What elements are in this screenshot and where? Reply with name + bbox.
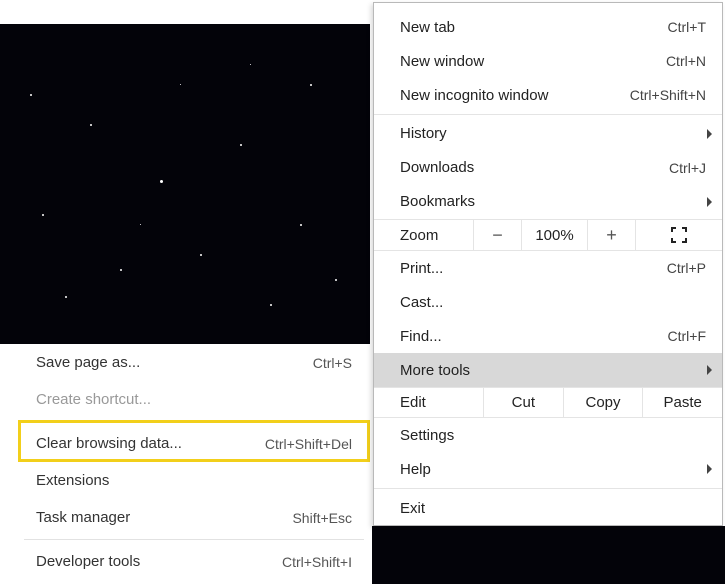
submenu-arrow-icon	[707, 129, 712, 139]
submenu-arrow-icon	[707, 197, 712, 207]
menu-item-label: History	[400, 125, 706, 142]
menu-item-label: More tools	[400, 362, 706, 379]
menu-item-shortcut: Shift+Esc	[292, 510, 352, 526]
menu-item-label: Create shortcut...	[36, 391, 151, 408]
menu-item-new-window[interactable]: New window Ctrl+N	[374, 44, 722, 78]
menu-item-shortcut: Ctrl+J	[669, 160, 706, 176]
cut-button[interactable]: Cut	[484, 388, 564, 417]
menu-item-label: Find...	[400, 328, 668, 345]
menu-item-label: Task manager	[36, 509, 130, 526]
menu-item-label: New window	[400, 53, 666, 70]
menu-item-clear-browsing-data[interactable]: Clear browsing data... Ctrl+Shift+Del	[18, 425, 370, 462]
menu-item-cast[interactable]: Cast...	[374, 285, 722, 319]
menu-item-history[interactable]: History	[374, 117, 722, 151]
menu-item-extensions[interactable]: Extensions	[18, 462, 370, 499]
menu-item-shortcut: Ctrl+Shift+I	[282, 554, 352, 570]
menu-item-label: New incognito window	[400, 87, 630, 104]
menu-separator	[374, 488, 722, 489]
more-tools-submenu: Save page as... Ctrl+S Create shortcut..…	[18, 344, 370, 580]
menu-item-label: Clear browsing data...	[36, 435, 182, 452]
menu-item-label: Developer tools	[36, 553, 140, 570]
menu-separator	[24, 539, 364, 540]
zoom-in-button[interactable]: +	[588, 220, 636, 250]
zoom-controls: Zoom − 100% +	[374, 219, 722, 251]
menu-item-settings[interactable]: Settings	[374, 418, 722, 452]
menu-item-print[interactable]: Print... Ctrl+P	[374, 251, 722, 285]
menu-item-label: Bookmarks	[400, 193, 706, 210]
menu-item-shortcut: Ctrl+N	[666, 53, 706, 69]
menu-item-developer-tools[interactable]: Developer tools Ctrl+Shift+I	[18, 543, 370, 580]
fullscreen-icon	[671, 227, 687, 243]
background-image	[0, 24, 370, 344]
menu-item-new-incognito-window[interactable]: New incognito window Ctrl+Shift+N	[374, 78, 722, 112]
copy-button[interactable]: Copy	[564, 388, 644, 417]
menu-item-label: Cast...	[400, 294, 706, 311]
edit-controls: Edit Cut Copy Paste	[374, 387, 722, 418]
menu-item-find[interactable]: Find... Ctrl+F	[374, 319, 722, 353]
submenu-arrow-icon	[707, 464, 712, 474]
fullscreen-button[interactable]	[636, 220, 722, 250]
menu-item-downloads[interactable]: Downloads Ctrl+J	[374, 151, 722, 185]
menu-item-new-tab[interactable]: New tab Ctrl+T	[374, 10, 722, 44]
menu-item-help[interactable]: Help	[374, 452, 722, 486]
menu-item-task-manager[interactable]: Task manager Shift+Esc	[18, 499, 370, 536]
menu-item-bookmarks[interactable]: Bookmarks	[374, 185, 722, 219]
menu-item-label: Help	[400, 461, 706, 478]
menu-item-shortcut: Ctrl+P	[667, 260, 706, 276]
zoom-label: Zoom	[374, 220, 474, 250]
menu-item-exit[interactable]: Exit	[374, 491, 722, 525]
menu-item-label: Print...	[400, 260, 667, 277]
menu-item-label: Extensions	[36, 472, 109, 489]
menu-item-label: Save page as...	[36, 354, 140, 371]
zoom-out-button[interactable]: −	[474, 220, 522, 250]
menu-item-shortcut: Ctrl+T	[668, 19, 707, 35]
background-image	[372, 526, 725, 584]
menu-separator	[24, 421, 364, 422]
edit-label: Edit	[374, 388, 484, 417]
paste-button[interactable]: Paste	[643, 388, 722, 417]
menu-item-label: Downloads	[400, 159, 669, 176]
menu-item-label: Exit	[400, 500, 706, 517]
menu-item-create-shortcut[interactable]: Create shortcut...	[18, 381, 370, 418]
menu-item-shortcut: Ctrl+Shift+Del	[265, 436, 352, 452]
menu-item-label: New tab	[400, 19, 668, 36]
menu-item-shortcut: Ctrl+F	[668, 328, 707, 344]
submenu-arrow-icon	[707, 365, 712, 375]
menu-item-shortcut: Ctrl+S	[313, 355, 352, 371]
menu-item-more-tools[interactable]: More tools	[374, 353, 722, 387]
menu-item-shortcut: Ctrl+Shift+N	[630, 87, 706, 103]
menu-item-label: Settings	[400, 427, 706, 444]
menu-separator	[374, 114, 722, 115]
chrome-main-menu: New tab Ctrl+T New window Ctrl+N New inc…	[373, 2, 723, 526]
menu-item-save-page-as[interactable]: Save page as... Ctrl+S	[18, 344, 370, 381]
zoom-value: 100%	[522, 220, 588, 250]
